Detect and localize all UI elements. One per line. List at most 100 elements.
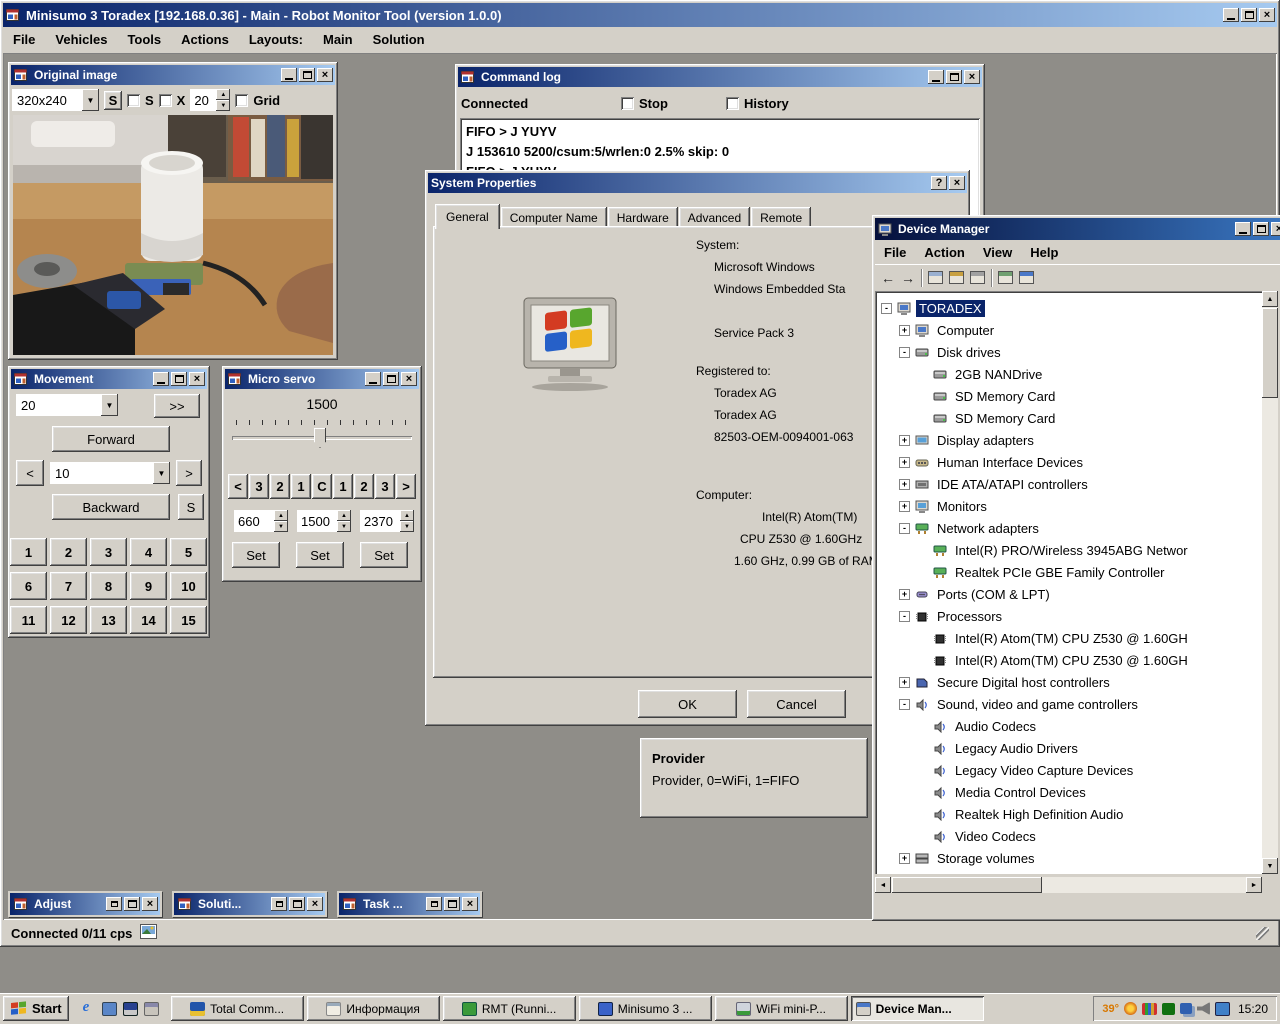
start-button[interactable]: Start — [3, 996, 69, 1021]
original-image-titlebar[interactable]: Original image × — [11, 65, 335, 85]
movement-titlebar[interactable]: Movement × — [11, 369, 207, 389]
taskbar-button-item[interactable]: Информация — [307, 996, 440, 1021]
properties-icon[interactable] — [949, 271, 964, 284]
sun-icon[interactable] — [1124, 1002, 1137, 1015]
cancel-button[interactable]: Cancel — [747, 690, 846, 718]
tree-item-ide-ata-atapi-controllers[interactable]: +IDE ATA/ATAPI controllers — [875, 473, 1262, 495]
tree-item-intel-r-atom-tm-cpu-z530-1-60gh[interactable]: Intel(R) Atom(TM) CPU Z530 @ 1.60GH — [875, 627, 1262, 649]
threshold-spinner[interactable]: 20 ▲▼ — [190, 89, 230, 111]
movement-preset-5[interactable]: 5 — [170, 538, 207, 566]
tree-item-legacy-video-capture-devices[interactable]: Legacy Video Capture Devices — [875, 759, 1262, 781]
horizontal-scrollbar[interactable]: ◄ ► — [875, 877, 1262, 893]
tree-item-human-interface-devices[interactable]: +Human Interface Devices — [875, 451, 1262, 473]
movement-preset-3[interactable]: 3 — [90, 538, 127, 566]
movement-preset-1[interactable]: 1 — [10, 538, 47, 566]
stop-checkbox[interactable]: Stop — [621, 96, 668, 111]
servo-step-1-5[interactable]: 1 — [333, 474, 353, 499]
tree-item-legacy-audio-drivers[interactable]: Legacy Audio Drivers — [875, 737, 1262, 759]
taskbar-button-device-man[interactable]: Device Man... — [851, 996, 984, 1021]
s-checkbox[interactable]: S — [127, 93, 154, 108]
close-button[interactable]: × — [1271, 222, 1280, 236]
tree-item-display-adapters[interactable]: +Display adapters — [875, 429, 1262, 451]
servo-spinner-2[interactable]: 2370▲▼ — [360, 510, 414, 532]
movement-preset-10[interactable]: 10 — [170, 572, 207, 600]
close-button[interactable]: × — [142, 897, 158, 911]
main-titlebar[interactable]: Minisumo 3 Toradex [192.168.0.36] - Main… — [3, 3, 1277, 27]
menu-item-action[interactable]: Action — [915, 242, 973, 264]
maximize-button[interactable] — [171, 372, 187, 386]
movement-preset-12[interactable]: 12 — [50, 606, 87, 634]
movement-preset-7[interactable]: 7 — [50, 572, 87, 600]
servo-step-2-6[interactable]: 2 — [354, 474, 374, 499]
menu-item-main[interactable]: Main — [313, 28, 363, 52]
maximize-button[interactable] — [289, 897, 305, 911]
grid-checkbox[interactable]: Grid — [235, 93, 280, 108]
snapshot-button[interactable]: S — [104, 91, 122, 110]
help-button[interactable]: ? — [931, 176, 947, 190]
ie-icon[interactable] — [81, 1002, 96, 1016]
turn-right-button[interactable]: > — [176, 460, 202, 486]
system-properties-titlebar[interactable]: System Properties ? × — [428, 173, 967, 193]
servo-spinner-0[interactable]: 660▲▼ — [234, 510, 288, 532]
fast-button[interactable]: >> — [154, 394, 200, 418]
forward-icon[interactable]: → — [901, 270, 915, 286]
menu-item-help[interactable]: Help — [1021, 242, 1067, 264]
expand-icon[interactable]: + — [899, 853, 910, 864]
history-checkbox[interactable]: History — [726, 96, 789, 111]
chevron-down-icon[interactable]: ▼ — [153, 462, 170, 484]
tree-item-2gb-nandrive[interactable]: 2GB NANDrive — [875, 363, 1262, 385]
vertical-scrollbar[interactable]: ▲ ▼ — [1262, 291, 1278, 874]
scan-hardware-icon[interactable] — [1019, 271, 1034, 284]
menu-item-file[interactable]: File — [3, 28, 45, 52]
menu-item-tools[interactable]: Tools — [117, 28, 171, 52]
collapse-icon[interactable]: - — [899, 347, 910, 358]
menu-item-actions[interactable]: Actions — [171, 28, 239, 52]
movement-preset-6[interactable]: 6 — [10, 572, 47, 600]
turn-left-button[interactable]: < — [16, 460, 44, 486]
tree-item-video-codecs[interactable]: Video Codecs — [875, 825, 1262, 847]
close-button[interactable]: × — [401, 372, 417, 386]
tree-item-storage-volumes[interactable]: +Storage volumes — [875, 847, 1262, 869]
servo-step-item-0[interactable]: < — [228, 474, 248, 499]
ok-button[interactable]: OK — [638, 690, 737, 718]
back-icon[interactable]: ← — [881, 270, 895, 286]
collapse-icon[interactable]: - — [881, 303, 892, 314]
tree-item-sound-video-and-game-controllers[interactable]: -Sound, video and game controllers — [875, 693, 1262, 715]
minimize-button[interactable] — [281, 68, 297, 82]
menu-item-solution[interactable]: Solution — [363, 28, 435, 52]
close-button[interactable]: × — [462, 897, 478, 911]
tree-item-computer[interactable]: +Computer — [875, 319, 1262, 341]
slider-thumb[interactable] — [314, 428, 326, 448]
minimize-button[interactable] — [153, 372, 169, 386]
movement-preset-9[interactable]: 9 — [130, 572, 167, 600]
tree-item-disk-drives[interactable]: -Disk drives — [875, 341, 1262, 363]
expand-icon[interactable]: + — [899, 677, 910, 688]
tree-item-intel-r-pro-wireless-3945abg-networ[interactable]: Intel(R) PRO/Wireless 3945ABG Networ — [875, 539, 1262, 561]
tree-item-secure-digital-host-controllers[interactable]: +Secure Digital host controllers — [875, 671, 1262, 693]
menu-item-vehicles[interactable]: Vehicles — [45, 28, 117, 52]
bars-icon[interactable] — [1142, 1003, 1157, 1015]
window-icon[interactable] — [144, 1002, 159, 1016]
tree-item-media-control-devices[interactable]: Media Control Devices — [875, 781, 1262, 803]
chevron-down-icon[interactable]: ▼ — [82, 89, 99, 111]
minimize-button[interactable] — [1223, 8, 1239, 22]
expand-icon[interactable]: + — [899, 589, 910, 600]
restore-button[interactable] — [106, 897, 122, 911]
tree-item-processors[interactable]: -Processors — [875, 605, 1262, 627]
maximize-button[interactable] — [124, 897, 140, 911]
minimized-window-task[interactable]: Task ...× — [339, 893, 480, 915]
movement-preset-11[interactable]: 11 — [10, 606, 47, 634]
taskbar-button-wifi-mini-p[interactable]: WiFi mini-P... — [715, 996, 848, 1021]
close-button[interactable]: × — [964, 70, 980, 84]
desktop-icon[interactable] — [102, 1002, 117, 1016]
arrows-icon[interactable] — [1162, 1003, 1175, 1015]
tree-item-sd-memory-card[interactable]: SD Memory Card — [875, 407, 1262, 429]
minimized-window-soluti[interactable]: Soluti...× — [174, 893, 325, 915]
servo-step-c-4[interactable]: C — [312, 474, 332, 499]
menu-item-view[interactable]: View — [974, 242, 1021, 264]
expand-icon[interactable]: + — [899, 325, 910, 336]
movement-preset-14[interactable]: 14 — [130, 606, 167, 634]
command-log-titlebar[interactable]: Command log × — [458, 67, 982, 87]
servo-step-3-1[interactable]: 3 — [249, 474, 269, 499]
screens-icon[interactable] — [1180, 1003, 1192, 1014]
